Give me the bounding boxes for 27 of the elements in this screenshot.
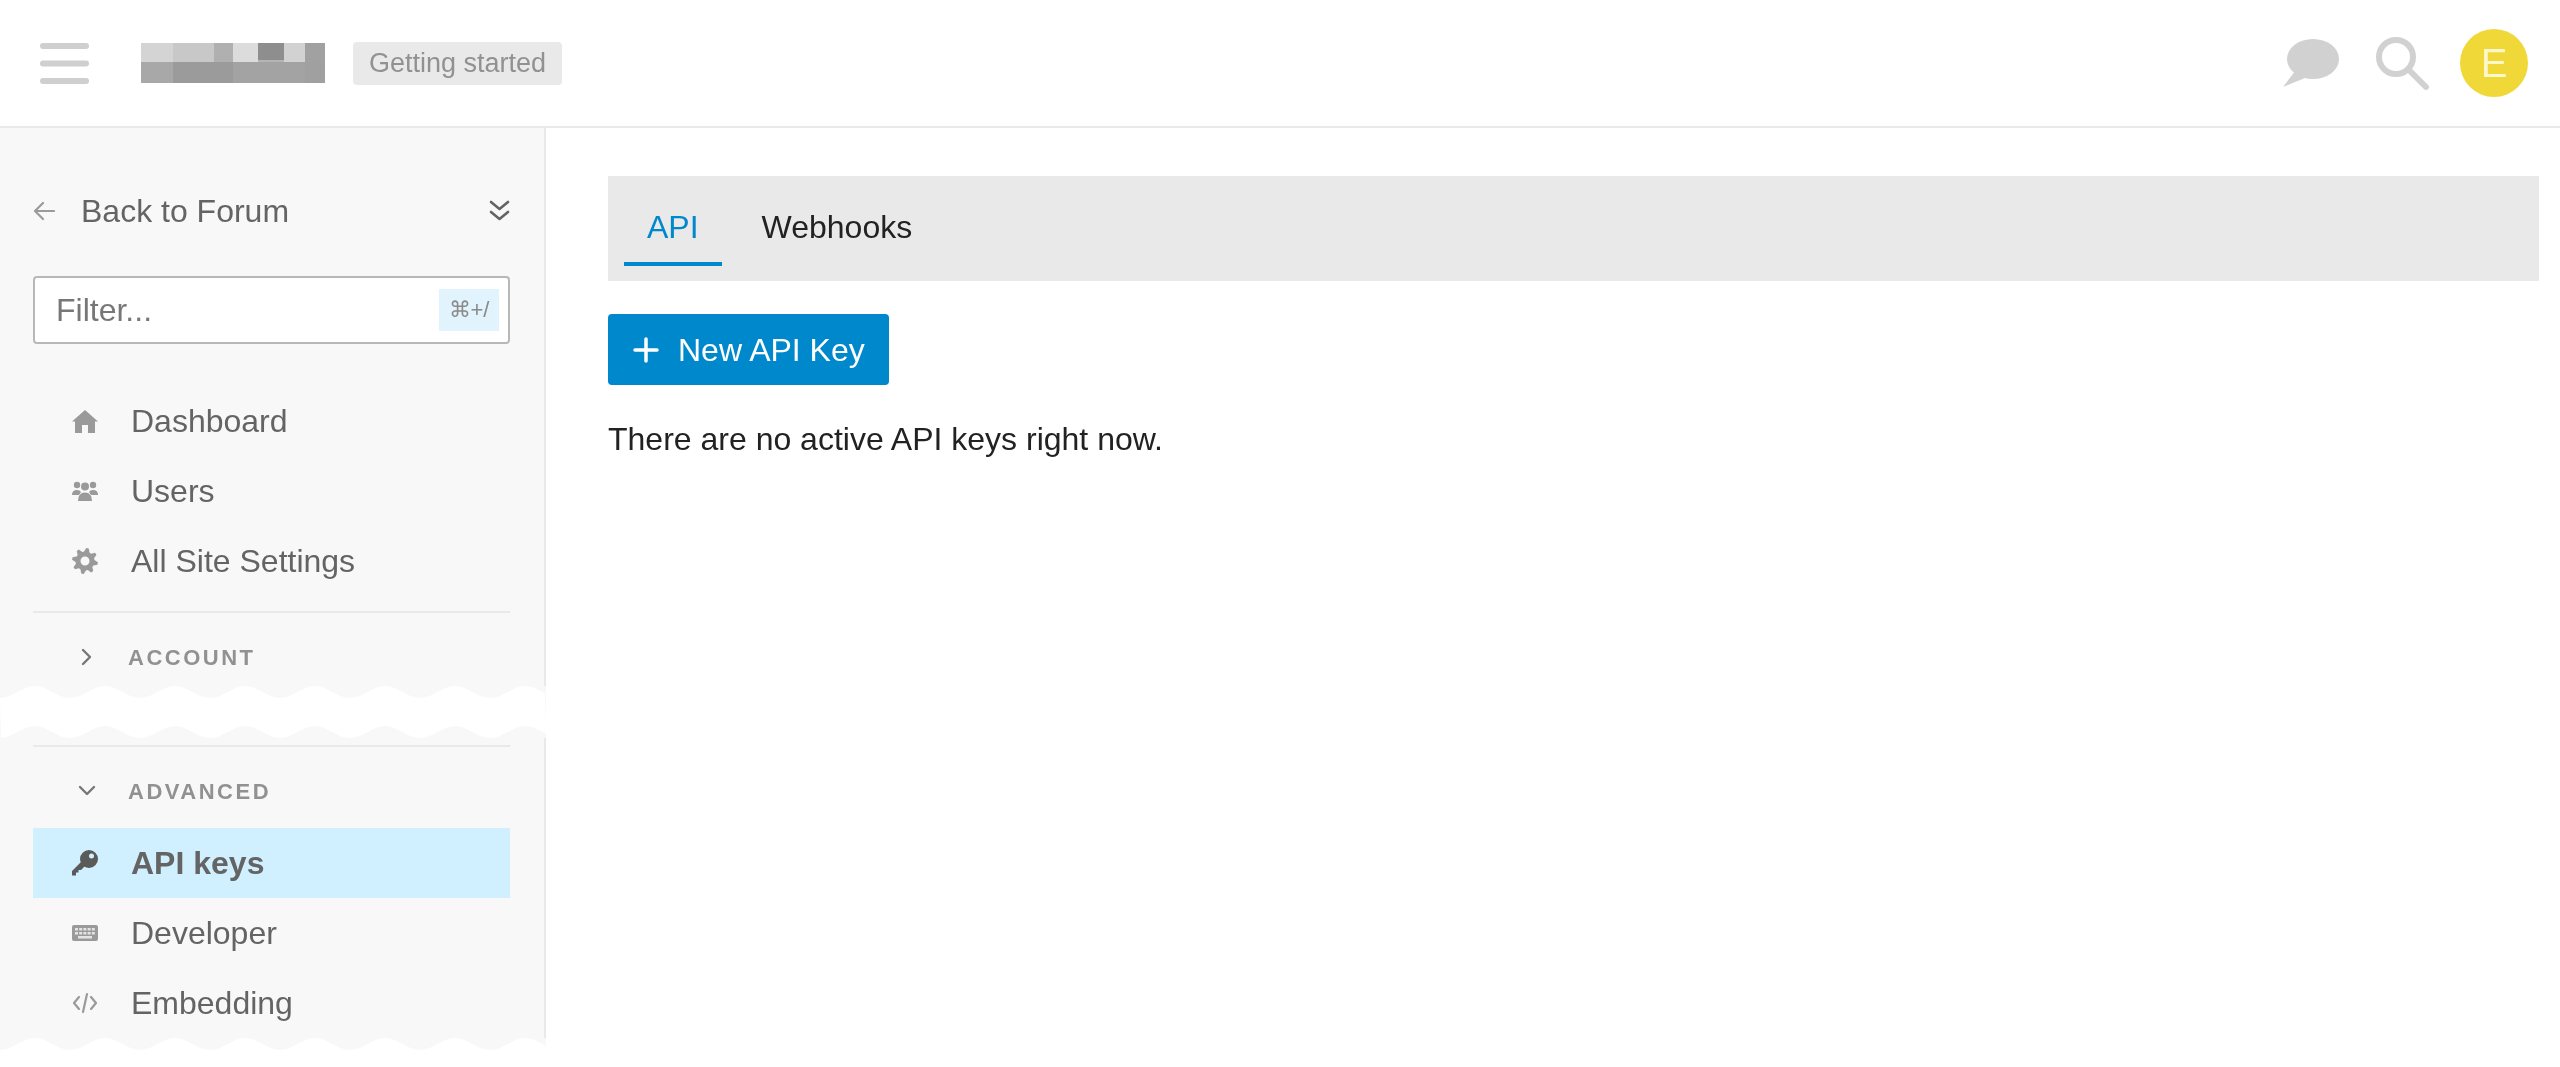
sidebar-item[interactable]: API keys (33, 828, 510, 898)
sidebar-item[interactable]: Users (33, 456, 510, 526)
gear-icon (72, 548, 98, 574)
sidebar-item[interactable]: Developer (33, 898, 510, 968)
home-icon (72, 409, 98, 433)
code-icon (72, 992, 98, 1014)
shortcut-hint: ⌘+/ (439, 289, 499, 331)
arrow-left-icon (33, 200, 55, 222)
people-icon (72, 481, 98, 501)
keyboard-icon (72, 925, 98, 941)
section-header[interactable]: ADVANCED (33, 762, 510, 820)
empty-message: There are no active API keys right now. (608, 420, 1164, 459)
key-icon (72, 850, 98, 876)
tab[interactable]: Webhooks (738, 188, 936, 266)
sidebar-item[interactable]: All Site Settings (33, 526, 510, 596)
menu-icon[interactable] (40, 42, 89, 84)
new-api-key-button[interactable]: New API Key (608, 314, 889, 385)
speech-bubble-icon[interactable] (2283, 38, 2339, 88)
sidebar-item[interactable]: Embedding (33, 968, 510, 1038)
plus-icon (633, 336, 659, 363)
sidebar-item[interactable]: Dashboard (33, 386, 510, 456)
double-chevron-icon[interactable] (489, 200, 510, 222)
section-header[interactable]: ACCOUNT (33, 628, 510, 686)
back-link[interactable]: Back to Forum (33, 187, 290, 235)
tab[interactable]: API (624, 188, 722, 266)
search-icon[interactable] (2374, 35, 2430, 91)
pixelated-logo[interactable] (141, 43, 325, 83)
